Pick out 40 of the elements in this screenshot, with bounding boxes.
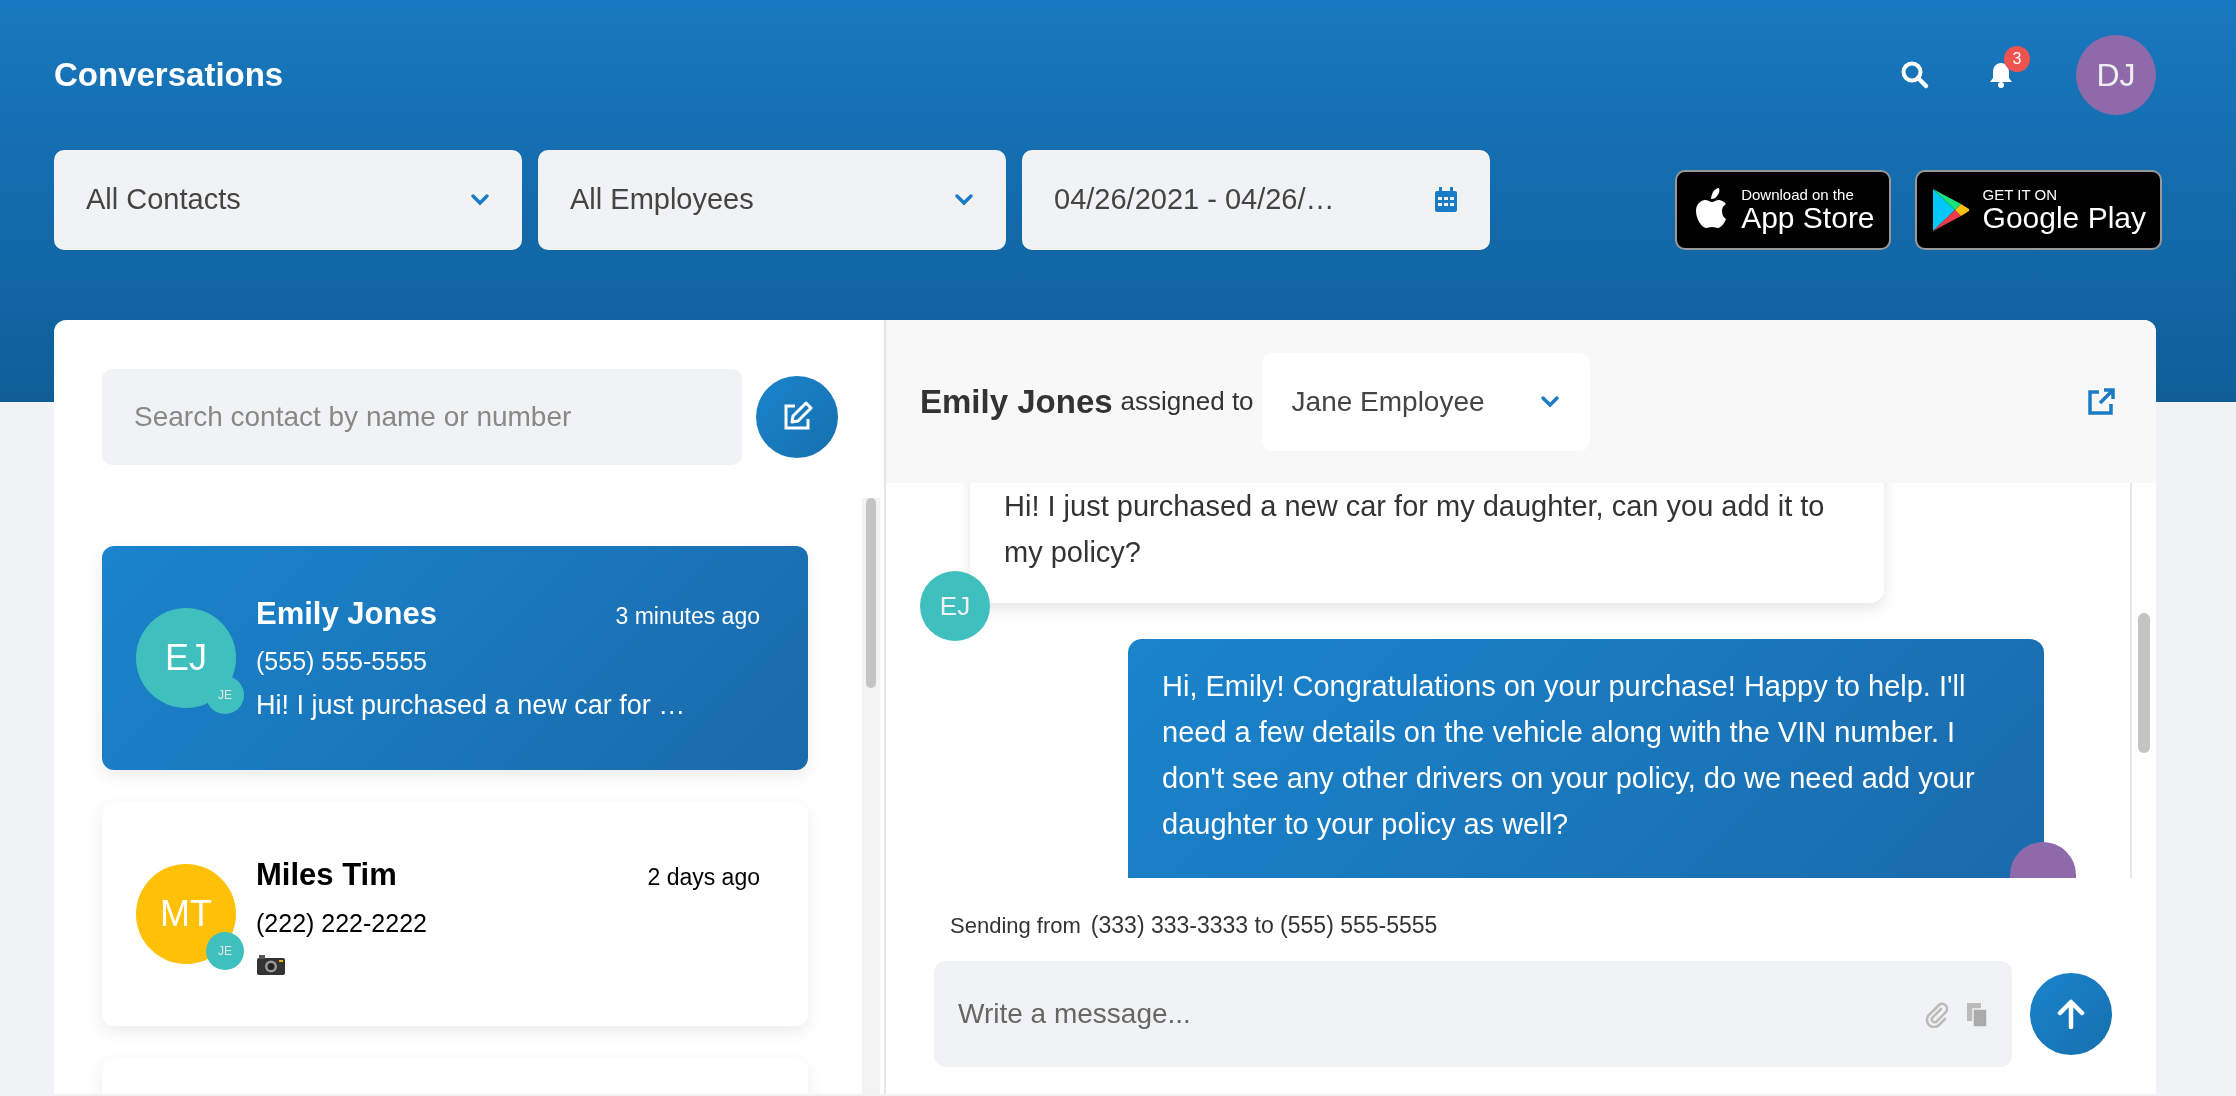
agent-avatar: JE [206, 932, 244, 970]
contact-card[interactable]: MT JE Miles Tim 2 days ago (222) 222-2222 [102, 802, 808, 1026]
contact-search-field[interactable]: Search contact by name or number [102, 369, 742, 465]
assignee-dropdown[interactable]: Jane Employee [1261, 352, 1590, 451]
calendar-icon [1434, 187, 1458, 213]
filter-dropdown[interactable]: All Contacts [54, 150, 522, 250]
agent-avatar: JE [206, 676, 244, 714]
last-message-time: 2 days ago [647, 863, 760, 892]
assigned-label: assigned to [1120, 385, 1254, 418]
play-triangle-icon [1930, 187, 1971, 233]
contact-card[interactable]: EJ JE Emily Jones 3 minutes ago (555) 555-5555 Hi! I just purchased a new car for … [102, 546, 808, 770]
camera-icon [256, 954, 286, 976]
contact-name: Emily Jones [920, 381, 1113, 422]
incoming-message: Hi! I just purchased a new car for my daughter, can you add it to my policy? [970, 483, 1884, 603]
sender-avatar: EJ [920, 571, 990, 641]
external-link-icon[interactable] [2086, 386, 2116, 417]
app-store-badge[interactable]: GET IT ON Google Play [1914, 170, 2162, 250]
outgoing-message: Hi, Emily! Congratulations on your purchase! Happy to help. I'll need a few details on the vehicle along with the VIN number. I don't see any other drivers on your policy, do we need add your daughter to your policy as well? [1128, 639, 2044, 878]
page-title: Conversations [54, 55, 284, 96]
date-range-field[interactable]: 04/26/2021 - 04/26/… [1022, 150, 1490, 250]
search-icon [1900, 60, 1930, 90]
chevron-down-icon [954, 193, 974, 207]
app-store-badge[interactable]: Download on the App Store [1675, 170, 1891, 250]
search-button[interactable] [1900, 60, 1930, 90]
user-avatar[interactable]: DJ [2076, 35, 2156, 115]
last-message-time: 3 minutes ago [615, 601, 760, 631]
message-field[interactable]: Write a message... [956, 991, 1924, 1036]
chevron-down-icon [470, 193, 490, 207]
message-composer[interactable]: Write a message... [934, 960, 2012, 1067]
sending-label: Sending from [950, 912, 1081, 940]
chevron-down-icon [1539, 394, 1560, 409]
contact-phone: (222) 222-2222 [256, 907, 428, 939]
sending-numbers: (333) 333-3333 to (555) 555-5555 [1090, 911, 1438, 940]
message-preview: Hi! I just purchased a new car for … [256, 688, 687, 722]
contact-phone: (555) 555-5555 [256, 646, 428, 678]
contact-name: Emily Jones [256, 594, 437, 633]
filter-dropdown[interactable]: All Employees [538, 150, 1006, 250]
notification-count: 3 [2004, 46, 2030, 72]
contact-name: Miles Tim [256, 856, 397, 894]
arrow-up-icon [2056, 997, 2086, 1030]
